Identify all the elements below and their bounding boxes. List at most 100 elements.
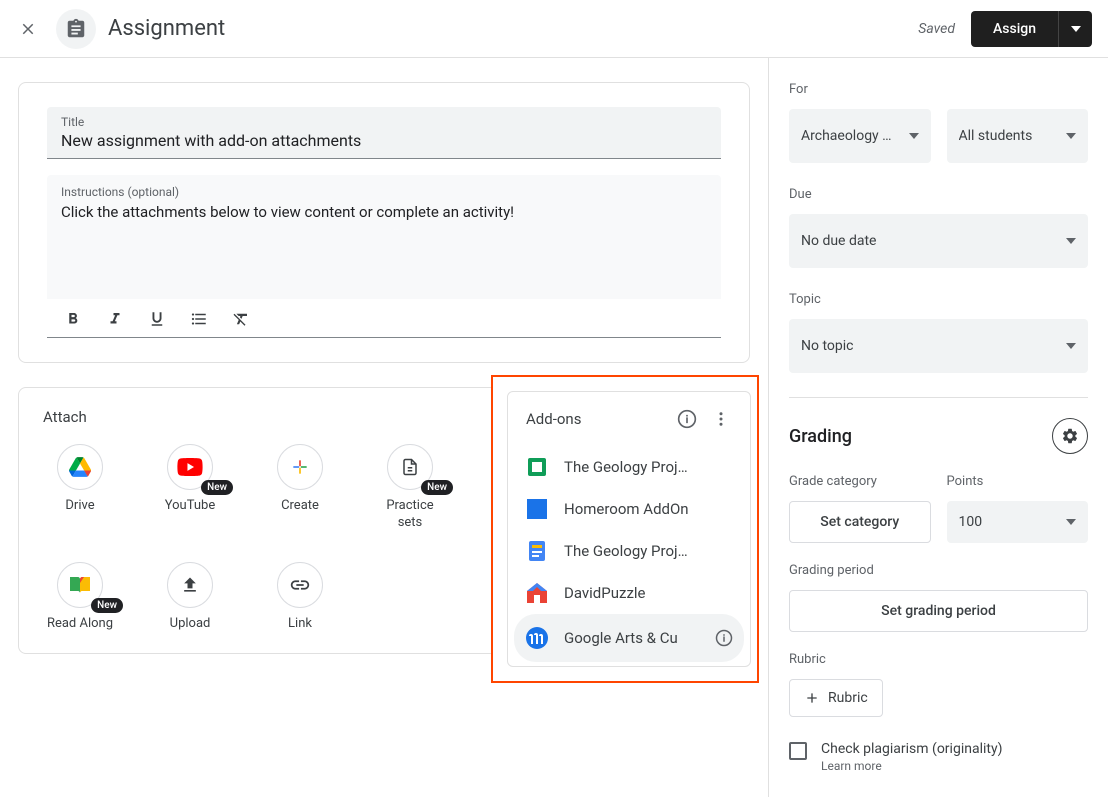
caret-down-icon (1066, 343, 1076, 349)
addon-icon (526, 627, 548, 649)
addons-list[interactable]: The Geology Proj… Homeroom AddOn The Geo… (508, 442, 750, 666)
addon-icon (526, 540, 548, 562)
addon-icon (526, 498, 548, 520)
format-toolbar (47, 299, 721, 338)
close-button[interactable] (16, 17, 40, 41)
info-icon (715, 629, 733, 647)
attach-label: Create (281, 498, 319, 515)
caret-down-icon (1066, 519, 1076, 525)
points-dropdown[interactable]: 100 (947, 501, 1089, 543)
addon-info-button[interactable] (710, 624, 738, 652)
attach-label: Upload (170, 616, 211, 633)
dropdown-value: All students (959, 128, 1033, 144)
attach-create[interactable]: Create (263, 444, 337, 532)
close-icon (19, 20, 37, 38)
attach-read-along[interactable]: New Read Along (43, 562, 117, 633)
left-column: Title New assignment with add-on attachm… (0, 58, 768, 797)
grading-period-label: Grading period (789, 563, 1088, 578)
dropdown-value: No topic (801, 338, 853, 354)
attach-youtube[interactable]: New YouTube (153, 444, 227, 532)
addon-name: Homeroom AddOn (564, 500, 738, 518)
attach-drive[interactable]: Drive (43, 444, 117, 532)
due-label: Due (789, 187, 1088, 202)
info-icon (677, 409, 697, 429)
rubric-label: Rubric (789, 652, 1088, 667)
underline-button[interactable] (145, 307, 169, 331)
dropdown-value: No due date (801, 233, 876, 249)
plagiarism-label: Check plagiarism (originality) (821, 741, 1002, 757)
addons-more-button[interactable] (704, 402, 738, 436)
addon-item[interactable]: Homeroom AddOn (508, 488, 750, 530)
gear-icon (1061, 427, 1079, 445)
attach-label: YouTube (165, 498, 216, 515)
youtube-icon (177, 458, 203, 476)
addon-name: The Geology Proj… (564, 542, 738, 560)
addon-icon (526, 582, 548, 604)
link-icon (289, 579, 311, 591)
clear-format-icon (232, 310, 250, 328)
attach-grid: Drive New YouTube Create New Practic (43, 444, 463, 633)
caret-down-icon (1066, 238, 1076, 244)
caret-down-icon (1066, 133, 1076, 139)
grading-settings-button[interactable] (1052, 418, 1088, 454)
addons-panel: Add-ons The Geology Proj… (507, 391, 751, 667)
addon-icon (526, 456, 548, 478)
saved-status: Saved (918, 21, 955, 37)
attach-card: Attach Drive New YouTube Create (18, 387, 750, 654)
assignment-details-card: Title New assignment with add-on attachm… (18, 82, 750, 363)
caret-down-icon (1071, 26, 1081, 32)
instructions-value: Click the attachments below to view cont… (61, 203, 707, 299)
topic-dropdown[interactable]: No topic (789, 319, 1088, 373)
set-category-button[interactable]: Set category (789, 501, 931, 543)
addons-info-button[interactable] (670, 402, 704, 436)
attach-upload[interactable]: Upload (153, 562, 227, 633)
grade-category-label: Grade category (789, 474, 931, 489)
new-badge: New (91, 598, 123, 613)
bold-button[interactable] (61, 307, 85, 331)
title-field[interactable]: Title New assignment with add-on attachm… (47, 107, 721, 159)
attach-label: Practice sets (373, 498, 447, 532)
attach-link[interactable]: Link (263, 562, 337, 633)
learn-more-link[interactable]: Learn more (821, 759, 1002, 773)
title-value: New assignment with add-on attachments (61, 131, 707, 150)
right-sidebar: For Archaeology … All students Due No du… (768, 58, 1108, 797)
attach-practice-sets[interactable]: New Practice sets (373, 444, 447, 532)
addon-name: The Geology Proj… (564, 458, 738, 476)
addon-name: Google Arts & Cu (564, 629, 694, 647)
due-date-dropdown[interactable]: No due date (789, 214, 1088, 268)
instructions-field[interactable]: Instructions (optional) Click the attach… (47, 175, 721, 299)
points-label: Points (947, 474, 1089, 489)
addon-name: DavidPuzzle (564, 584, 738, 602)
addons-highlight: Add-ons The Geology Proj… (491, 375, 759, 683)
assign-button[interactable]: Assign (971, 11, 1058, 47)
rubric-button-label: Rubric (828, 690, 868, 706)
clear-format-button[interactable] (229, 307, 253, 331)
students-dropdown[interactable]: All students (947, 109, 1089, 163)
assign-dropdown-button[interactable] (1058, 11, 1092, 47)
dropdown-value: 100 (959, 514, 983, 530)
set-grading-period-button[interactable]: Set grading period (789, 590, 1088, 632)
class-dropdown[interactable]: Archaeology … (789, 109, 931, 163)
dropdown-value: Archaeology … (801, 128, 892, 144)
addon-item-hovered[interactable]: Google Arts & Cu (514, 614, 744, 662)
app-header: Assignment Saved Assign (0, 0, 1108, 58)
new-badge: New (201, 480, 233, 495)
for-label: For (789, 82, 1088, 97)
plus-icon (290, 457, 310, 477)
addon-item[interactable]: DavidPuzzle (508, 572, 750, 614)
upload-icon (180, 575, 200, 595)
italic-button[interactable] (103, 307, 127, 331)
addon-item[interactable]: The Geology Proj… (508, 530, 750, 572)
instructions-label: Instructions (optional) (61, 185, 707, 199)
addon-item[interactable]: The Geology Proj… (508, 446, 750, 488)
plagiarism-checkbox[interactable] (789, 742, 807, 760)
topic-label: Topic (789, 292, 1088, 307)
attach-label: Link (288, 616, 312, 633)
title-label: Title (61, 115, 707, 129)
attach-label: Read Along (47, 616, 113, 633)
bullet-list-button[interactable] (187, 307, 211, 331)
book-icon (68, 575, 92, 595)
add-rubric-button[interactable]: Rubric (789, 679, 883, 717)
bold-icon (64, 310, 82, 328)
drive-icon (69, 457, 91, 477)
